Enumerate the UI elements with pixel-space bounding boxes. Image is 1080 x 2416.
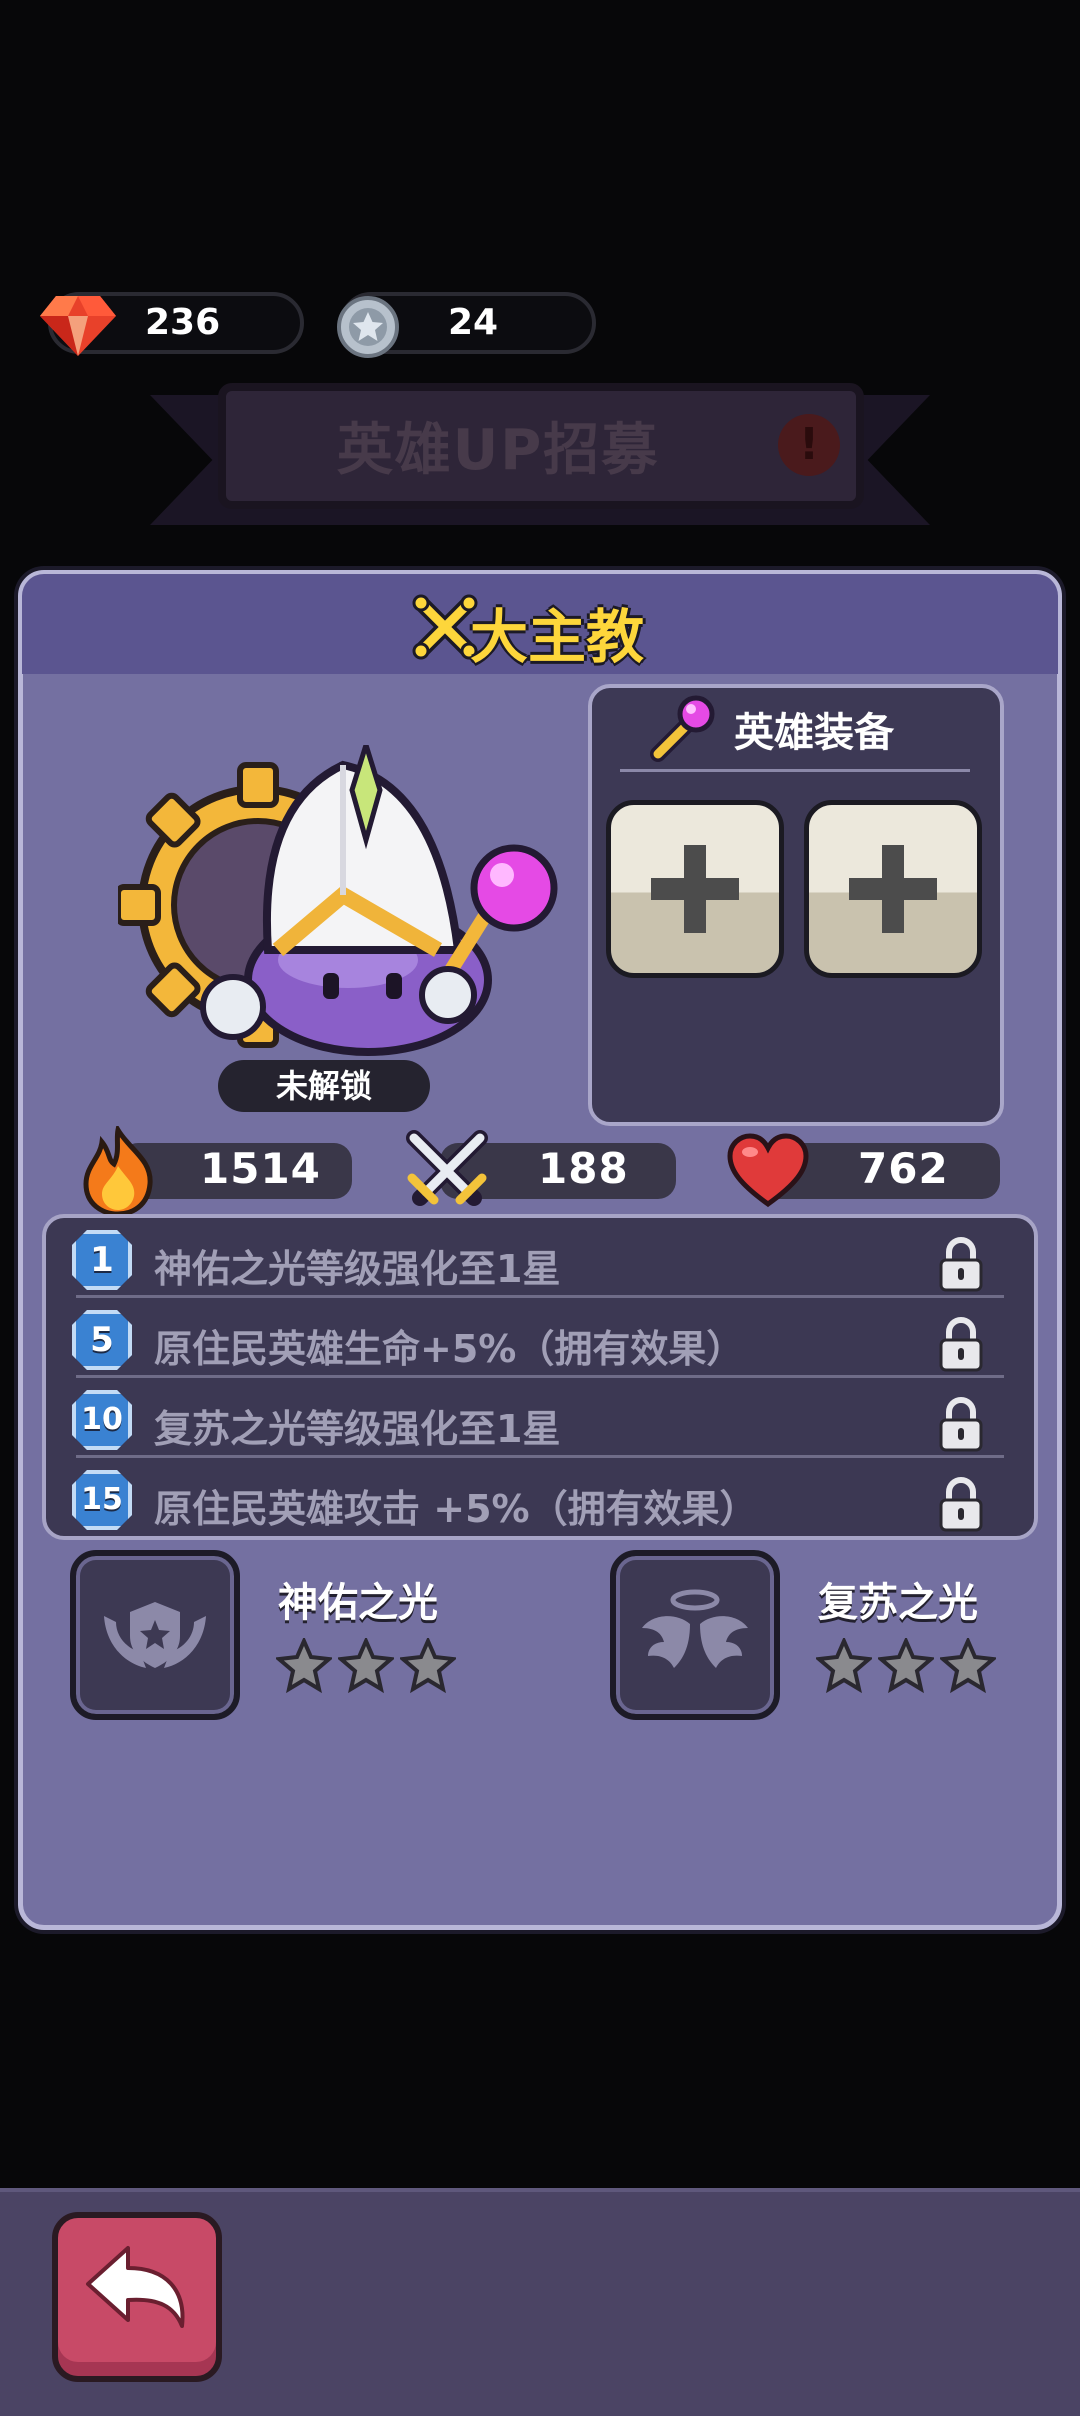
crossed-swords-icon: [406, 1130, 488, 1206]
star-icon: [816, 1638, 872, 1694]
perk-row: 15 原住民英雄攻击 +5%（拥有效果）: [66, 1462, 1006, 1538]
lock-icon: [939, 1317, 983, 1372]
hp-value: 762: [858, 1144, 949, 1193]
skill-slot-revival-light[interactable]: [610, 1550, 780, 1720]
plus-icon-stem: [882, 845, 904, 933]
gem-count: 236: [145, 302, 221, 343]
perk-text: 复苏之光等级强化至1星: [154, 1407, 561, 1451]
star-icon: [338, 1638, 394, 1694]
skill-name: 复苏之光: [818, 1580, 978, 1626]
lock-icon: [939, 1477, 983, 1532]
star-icon: [276, 1638, 332, 1694]
winged-shield-icon: [104, 1602, 206, 1668]
perk-text: 神佑之光等级强化至1星: [154, 1247, 561, 1291]
red-gem-icon: [40, 296, 116, 356]
divider: [76, 1455, 1004, 1458]
token-count: 24: [448, 302, 499, 343]
equipment-slot-2[interactable]: [804, 800, 982, 978]
perk-level-badge: 5: [72, 1310, 132, 1370]
skill-name: 神佑之光: [278, 1580, 438, 1626]
equipment-slot-1[interactable]: [606, 800, 784, 978]
attack-value: 188: [538, 1144, 629, 1193]
perk-row: 5 原住民英雄生命+5%（拥有效果）: [66, 1302, 1006, 1378]
recruit-banner-title: 英雄UP招募: [336, 418, 660, 483]
locked-status-badge: 未解锁: [218, 1060, 430, 1112]
divider: [620, 769, 970, 772]
perk-level-badge: 10: [72, 1390, 132, 1450]
divider: [76, 1295, 1004, 1298]
star-icon: [940, 1638, 996, 1694]
hero-name: 大主教: [470, 603, 645, 671]
lock-icon: [939, 1237, 983, 1292]
fire-icon: [83, 1126, 153, 1216]
perk-level-badge: 1: [72, 1230, 132, 1290]
crossed-bones-icon: [412, 594, 478, 660]
back-arrow-icon: [86, 2246, 185, 2328]
perk-row: 1 神佑之光等级强化至1星: [66, 1222, 1006, 1298]
back-button[interactable]: [52, 2212, 222, 2382]
star-icon: [400, 1638, 456, 1694]
star-icon: [878, 1638, 934, 1694]
magic-wand-icon: [650, 695, 715, 762]
divider: [76, 1375, 1004, 1378]
lock-icon: [939, 1397, 983, 1452]
plus-icon-stem: [684, 845, 706, 933]
skill-slot-divine-light[interactable]: [70, 1550, 240, 1720]
perk-text: 原住民英雄攻击 +5%（拥有效果）: [154, 1487, 758, 1531]
skill-stars: [816, 1638, 1016, 1698]
archbishop-slime-icon: [118, 745, 558, 1056]
heart-icon: [727, 1133, 809, 1208]
equipment-title: 英雄装备: [734, 710, 894, 756]
power-value: 1514: [200, 1144, 321, 1193]
angel-wings-icon: [642, 1589, 748, 1668]
perk-level-badge: 15: [72, 1470, 132, 1530]
perk-row: 10 复苏之光等级强化至1星: [66, 1382, 1006, 1458]
skill-stars: [276, 1638, 476, 1698]
silver-star-coin-icon: [337, 296, 399, 358]
alert-icon: !: [778, 414, 840, 476]
perk-text: 原住民英雄生命+5%（拥有效果）: [154, 1327, 745, 1371]
